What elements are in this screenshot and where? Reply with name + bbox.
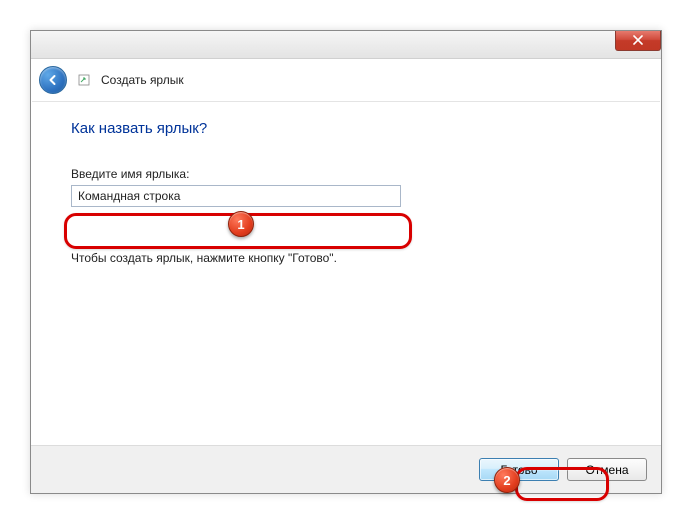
page-heading: Как назвать ярлык?	[71, 120, 621, 137]
arrow-left-icon	[46, 73, 60, 87]
close-icon	[633, 35, 643, 45]
header-row: Создать ярлык	[31, 59, 661, 101]
shortcut-icon	[77, 73, 91, 87]
finish-button[interactable]: Готово	[479, 458, 559, 481]
content-area: Как назвать ярлык? Введите имя ярлыка: Ч…	[31, 102, 661, 445]
instruction-text: Чтобы создать ярлык, нажмите кнопку "Гот…	[71, 251, 621, 265]
create-shortcut-wizard: Создать ярлык Как назвать ярлык? Введите…	[30, 30, 662, 494]
shortcut-name-input[interactable]	[71, 185, 401, 207]
wizard-title: Создать ярлык	[101, 73, 184, 87]
footer: Готово Отмена	[31, 445, 661, 493]
name-field-label: Введите имя ярлыка:	[71, 167, 621, 181]
cancel-button[interactable]: Отмена	[567, 458, 647, 481]
close-button[interactable]	[615, 31, 661, 51]
back-button[interactable]	[39, 66, 67, 94]
titlebar	[31, 31, 661, 59]
